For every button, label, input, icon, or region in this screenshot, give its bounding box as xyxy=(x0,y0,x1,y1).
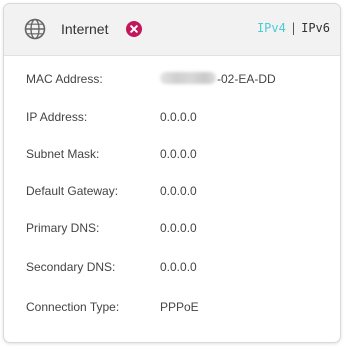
tab-separator: | xyxy=(289,21,298,35)
mac-address-row: MAC Address: -02-EA-DD xyxy=(4,72,340,90)
primary-dns-value: 0.0.0.0 xyxy=(160,221,197,235)
connection-type-value: PPPoE xyxy=(160,300,199,314)
tab-ipv6[interactable]: IPv6 xyxy=(301,21,330,35)
close-icon xyxy=(126,21,142,37)
subnet-mask-value: 0.0.0.0 xyxy=(160,147,197,161)
mac-address-redacted xyxy=(160,72,216,84)
ip-address-row: IP Address: 0.0.0.0 xyxy=(4,110,340,128)
globe-icon xyxy=(24,18,46,40)
secondary-dns-label: Secondary DNS: xyxy=(26,260,116,274)
ip-address-label: IP Address: xyxy=(26,110,88,124)
connection-type-label: Connection Type: xyxy=(26,300,120,314)
card-title: Internet xyxy=(61,21,109,37)
mac-address-visible-part: -02-EA-DD xyxy=(217,72,276,86)
ip-version-switch: IPv4 | IPv6 xyxy=(257,21,330,35)
default-gateway-row: Default Gateway: 0.0.0.0 xyxy=(4,184,340,202)
mac-address-label: MAC Address: xyxy=(26,72,103,86)
secondary-dns-value: 0.0.0.0 xyxy=(160,260,197,274)
subnet-mask-row: Subnet Mask: 0.0.0.0 xyxy=(4,147,340,165)
connection-type-row: Connection Type: PPPoE xyxy=(4,300,340,318)
internet-status-card: Internet IPv4 | IPv6 MAC Address: -02-EA-D… xyxy=(3,3,341,343)
ip-address-value: 0.0.0.0 xyxy=(160,110,197,124)
primary-dns-label: Primary DNS: xyxy=(26,221,100,235)
secondary-dns-row: Secondary DNS: 0.0.0.0 xyxy=(4,260,340,278)
card-header: Internet IPv4 | IPv6 xyxy=(4,4,340,56)
subnet-mask-label: Subnet Mask: xyxy=(26,147,100,161)
default-gateway-label: Default Gateway: xyxy=(26,184,119,198)
tab-ipv4[interactable]: IPv4 xyxy=(257,21,286,35)
mac-address-value: -02-EA-DD xyxy=(160,72,276,86)
default-gateway-value: 0.0.0.0 xyxy=(160,184,197,198)
primary-dns-row: Primary DNS: 0.0.0.0 xyxy=(4,221,340,239)
